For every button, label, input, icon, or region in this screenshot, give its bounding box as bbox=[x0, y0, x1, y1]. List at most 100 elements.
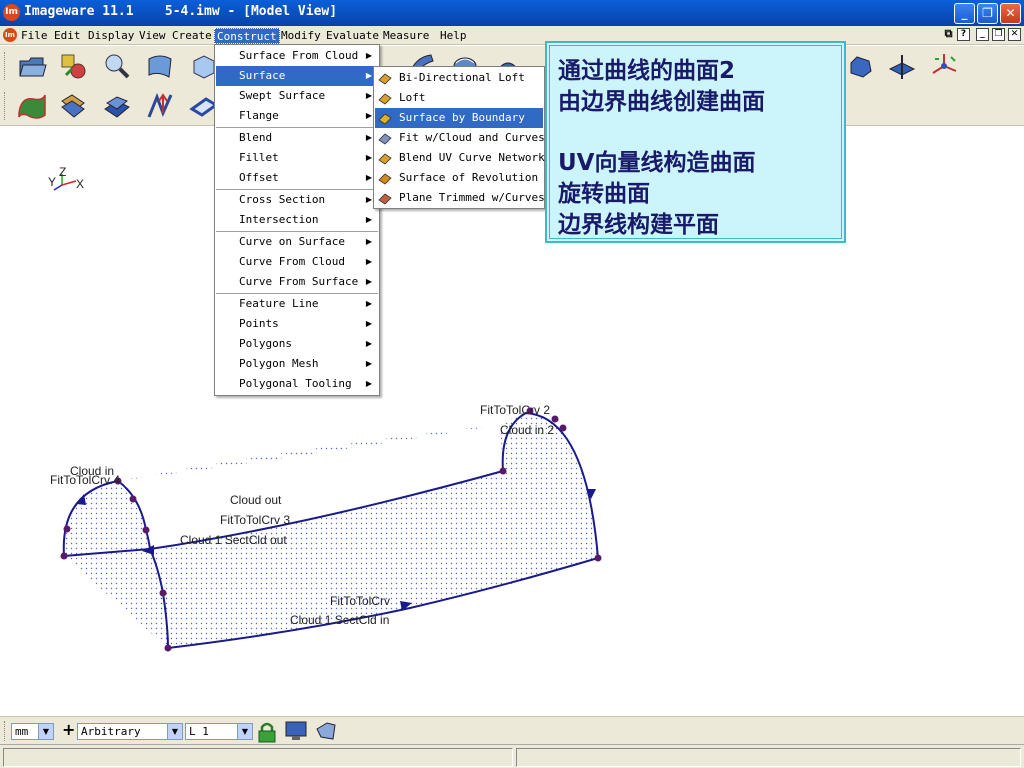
add-icon[interactable]: + bbox=[62, 720, 75, 739]
zoom-cloud-icon[interactable] bbox=[101, 51, 131, 81]
menu-item-label: Polygon Mesh bbox=[239, 357, 319, 370]
label-sectcld-out: Cloud 1 SectCld out bbox=[180, 533, 287, 547]
control-point[interactable] bbox=[164, 644, 172, 652]
construct-menu-item-points[interactable]: Points ▶ bbox=[216, 314, 378, 334]
surface-menu-item-plane-trimmed-w-curves[interactable]: Plane Trimmed w/Curves bbox=[375, 188, 545, 208]
lock-icon[interactable] bbox=[257, 721, 277, 743]
minimize-button[interactable]: _ bbox=[954, 3, 975, 24]
menu-item-label: Polygonal Tooling bbox=[239, 377, 352, 390]
surface-menu-item-fit-w-cloud-and-curves[interactable]: Fit w/Cloud and Curves bbox=[375, 128, 545, 148]
surface-menu-item-surface-by-boundary[interactable]: Surface by Boundary bbox=[375, 108, 543, 128]
menu-construct[interactable]: Construct bbox=[214, 28, 280, 44]
chevron-down-icon[interactable]: ▼ bbox=[237, 724, 252, 739]
mdi-close-button[interactable]: ✕ bbox=[1008, 28, 1021, 41]
restore-button[interactable]: ❐ bbox=[977, 3, 998, 24]
construct-menu-item-fillet[interactable]: Fillet ▶ bbox=[216, 148, 378, 168]
construct-menu-item-curve-from-cloud[interactable]: Curve From Cloud ▶ bbox=[216, 252, 378, 272]
window-title: Imageware 11.1 5-4.imw - [Model View] bbox=[24, 4, 338, 19]
coordinate-system-icon[interactable] bbox=[929, 51, 959, 81]
toolbar-toggle-icon[interactable]: ⧉ bbox=[942, 28, 955, 41]
submenu-arrow-icon: ▶ bbox=[365, 319, 372, 328]
construct-menu-item-surface[interactable]: Surface ▶ bbox=[216, 66, 378, 86]
control-point[interactable] bbox=[129, 495, 137, 503]
status-message-field bbox=[3, 748, 513, 767]
model-view-canvas[interactable]: Z Y X FitToTolCrv 2 Cloud in 2 Cloud in … bbox=[0, 127, 1024, 715]
view-mode-value: Arbitrary bbox=[81, 725, 141, 738]
construct-menu-item-flange[interactable]: Flange ▶ bbox=[216, 106, 378, 126]
label-cloud-in-2: Cloud in 2 bbox=[500, 423, 554, 437]
control-point[interactable] bbox=[559, 424, 567, 432]
view-surface-icon[interactable] bbox=[315, 721, 337, 741]
chevron-down-icon[interactable]: ▼ bbox=[38, 724, 53, 739]
toolbar-grip[interactable] bbox=[4, 92, 7, 120]
close-button[interactable]: ✕ bbox=[1000, 3, 1021, 24]
construct-menu-item-polygons[interactable]: Polygons ▶ bbox=[216, 334, 378, 354]
import-icon[interactable] bbox=[58, 51, 88, 81]
control-point[interactable] bbox=[142, 526, 150, 534]
freeform-surface-icon[interactable] bbox=[17, 91, 47, 121]
chevron-down-icon[interactable]: ▼ bbox=[167, 724, 182, 739]
surface-patch-icon[interactable] bbox=[145, 51, 175, 81]
construct-menu-item-curve-from-surface[interactable]: Curve From Surface ▶ bbox=[216, 272, 378, 292]
surface-menu-item-loft[interactable]: Loft bbox=[375, 88, 543, 108]
menu-item-label: Surface bbox=[239, 69, 286, 82]
construct-menu-item-feature-line[interactable]: Feature Line ▶ bbox=[216, 294, 378, 314]
toolbar-grip[interactable] bbox=[4, 721, 7, 741]
layer-select[interactable]: L 1 ▼ bbox=[185, 723, 253, 740]
construct-menu-item-swept-surface[interactable]: Swept Surface ▶ bbox=[216, 86, 378, 106]
toolbar-grip[interactable] bbox=[4, 52, 7, 80]
point-cloud-left bbox=[64, 481, 169, 648]
menu-view[interactable]: View bbox=[137, 28, 168, 44]
construct-menu-item-polygon-mesh[interactable]: Polygon Mesh ▶ bbox=[216, 354, 378, 374]
menu-modify[interactable]: Modify bbox=[279, 28, 323, 44]
units-select[interactable]: mm ▼ bbox=[11, 723, 54, 740]
menu-item-label: Blend bbox=[239, 131, 273, 144]
control-point[interactable] bbox=[551, 415, 559, 423]
view-mode-select[interactable]: Arbitrary ▼ bbox=[77, 723, 183, 740]
monitor-icon[interactable] bbox=[285, 721, 307, 741]
menu-item-label: Surface From Cloud bbox=[239, 49, 359, 62]
mdi-minimize-button[interactable]: _ bbox=[976, 28, 989, 41]
menu-display[interactable]: Display bbox=[86, 28, 136, 44]
control-point[interactable] bbox=[499, 467, 507, 475]
surface-menu-item-bi-directional-loft[interactable]: Bi-Directional Loft bbox=[375, 68, 543, 88]
mdi-restore-button[interactable]: ❐ bbox=[992, 28, 1005, 41]
open-file-icon[interactable] bbox=[17, 51, 47, 81]
menu-evaluate[interactable]: Evaluate bbox=[324, 28, 381, 44]
callout-line-4: UV向量线构造曲面 bbox=[558, 150, 756, 176]
construct-menu-item-offset[interactable]: Offset ▶ bbox=[216, 168, 378, 188]
system-menu-icon[interactable]: Im bbox=[3, 28, 17, 42]
normals-icon[interactable] bbox=[145, 91, 175, 121]
control-point[interactable] bbox=[63, 525, 71, 533]
construct-menu-item-cross-section[interactable]: Cross Section ▶ bbox=[216, 190, 378, 210]
construct-menu-item-polygonal-tooling[interactable]: Polygonal Tooling ▶ bbox=[216, 374, 378, 394]
submenu-arrow-icon: ▶ bbox=[365, 277, 372, 286]
submenu-arrow-icon: ▶ bbox=[365, 215, 372, 224]
callout-line-1: 通过曲线的曲面2 bbox=[558, 58, 736, 84]
sphere-shape-icon[interactable] bbox=[845, 51, 875, 81]
construct-menu: Surface From Cloud ▶ Surface ▶ Swept Surface… bbox=[214, 44, 380, 396]
stacked-surfaces-icon[interactable] bbox=[101, 91, 131, 121]
construct-menu-item-intersection[interactable]: Intersection ▶ bbox=[216, 210, 378, 230]
surface-revolution-icon bbox=[378, 173, 392, 185]
construct-menu-item-blend[interactable]: Blend ▶ bbox=[216, 128, 378, 148]
menu-help[interactable]: Help bbox=[438, 28, 469, 44]
construct-menu-item-surface-from-cloud[interactable]: Surface From Cloud ▶ bbox=[216, 46, 378, 66]
plane-icon[interactable] bbox=[886, 51, 916, 81]
control-point[interactable] bbox=[60, 552, 68, 560]
control-point[interactable] bbox=[594, 554, 602, 562]
multi-surface-icon[interactable] bbox=[58, 91, 88, 121]
menu-file[interactable]: File bbox=[19, 28, 50, 44]
plane-trimmed-icon bbox=[378, 193, 392, 205]
construct-menu-item-curve-on-surface[interactable]: Curve on Surface ▶ bbox=[216, 232, 378, 252]
menu-create[interactable]: Create bbox=[170, 28, 214, 44]
menu-measure[interactable]: Measure bbox=[381, 28, 431, 44]
model-view-drawing[interactable]: Z Y X FitToTolCrv 2 Cloud in 2 Cloud in … bbox=[0, 127, 1024, 715]
surface-menu-item-surface-of-revolution[interactable]: Surface of Revolution bbox=[375, 168, 543, 188]
menu-edit[interactable]: Edit bbox=[52, 28, 83, 44]
help-icon[interactable]: ? bbox=[957, 28, 970, 41]
callout-line-6: 边界线构建平面 bbox=[558, 212, 719, 238]
control-point[interactable] bbox=[159, 589, 167, 597]
surface-menu-item-blend-uv-curve-network[interactable]: Blend UV Curve Network bbox=[375, 148, 545, 168]
submenu-arrow-icon: ▶ bbox=[365, 339, 372, 348]
